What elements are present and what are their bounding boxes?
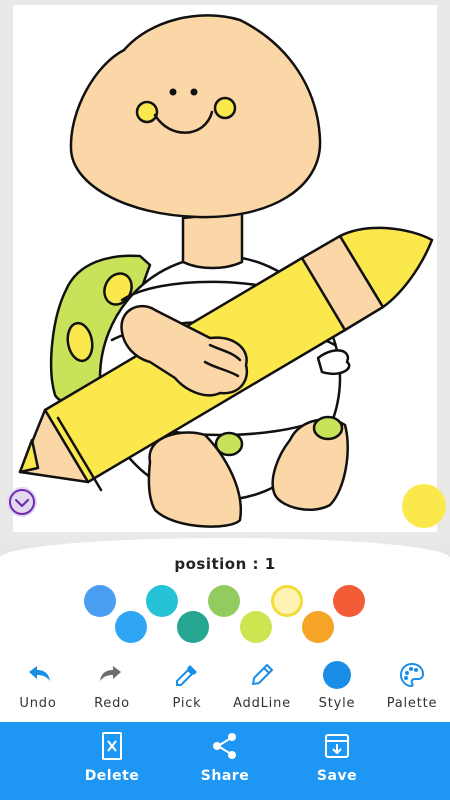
color-swatch[interactable] <box>84 585 116 617</box>
cheek-right <box>213 96 237 120</box>
style-label: Style <box>318 696 356 711</box>
redo-label: Redo <box>94 696 130 711</box>
save-label: Save <box>316 768 358 784</box>
redo-button[interactable]: Redo <box>72 660 152 711</box>
pencil-icon <box>252 664 273 685</box>
pick-label: Pick <box>172 696 202 711</box>
tool-bar: Undo Redo Pick AddLine Style Palette <box>0 660 450 720</box>
circle-icon <box>323 661 351 689</box>
color-swatch[interactable] <box>333 585 365 617</box>
share-button[interactable]: Share <box>175 730 275 784</box>
current-color-indicator <box>402 484 446 528</box>
undo-label: Undo <box>19 696 57 711</box>
coloring-canvas[interactable] <box>13 5 437 532</box>
color-swatch[interactable] <box>115 611 147 643</box>
delete-label: Delete <box>84 768 140 784</box>
addline-button[interactable]: AddLine <box>222 660 302 711</box>
head-shape <box>69 14 322 219</box>
undo-button[interactable]: Undo <box>0 660 78 711</box>
share-label: Share <box>200 768 250 784</box>
delete-icon <box>102 732 122 760</box>
color-swatch[interactable] <box>208 585 240 617</box>
pick-button[interactable]: Pick <box>147 660 227 711</box>
color-swatch[interactable] <box>302 611 334 643</box>
drawing-area <box>0 0 450 545</box>
share-icon <box>213 733 236 759</box>
position-label: position : 1 <box>174 555 276 573</box>
palette-label: Palette <box>386 696 438 711</box>
save-icon <box>325 734 349 758</box>
style-button[interactable]: Style <box>297 660 377 711</box>
neck-shape <box>181 210 244 270</box>
color-swatch[interactable] <box>240 611 272 643</box>
undo-icon <box>29 666 50 681</box>
chevron-down-circle-icon <box>9 489 35 515</box>
palette-icon <box>399 662 425 688</box>
save-button[interactable]: Save <box>287 730 387 784</box>
color-swatch[interactable] <box>146 585 178 617</box>
bottom-action-bar: Delete Share Save <box>0 722 450 800</box>
palette-button[interactable]: Palette <box>372 660 450 711</box>
color-swatch[interactable] <box>177 611 209 643</box>
eyedropper-icon <box>176 665 197 686</box>
collapse-button[interactable] <box>7 487 37 517</box>
delete-button[interactable]: Delete <box>62 730 162 784</box>
cheek-left <box>135 100 159 124</box>
turtle-illustration[interactable] <box>13 5 437 532</box>
redo-icon <box>100 666 121 681</box>
color-swatch-selected[interactable] <box>271 585 303 617</box>
addline-label: AddLine <box>233 696 291 711</box>
